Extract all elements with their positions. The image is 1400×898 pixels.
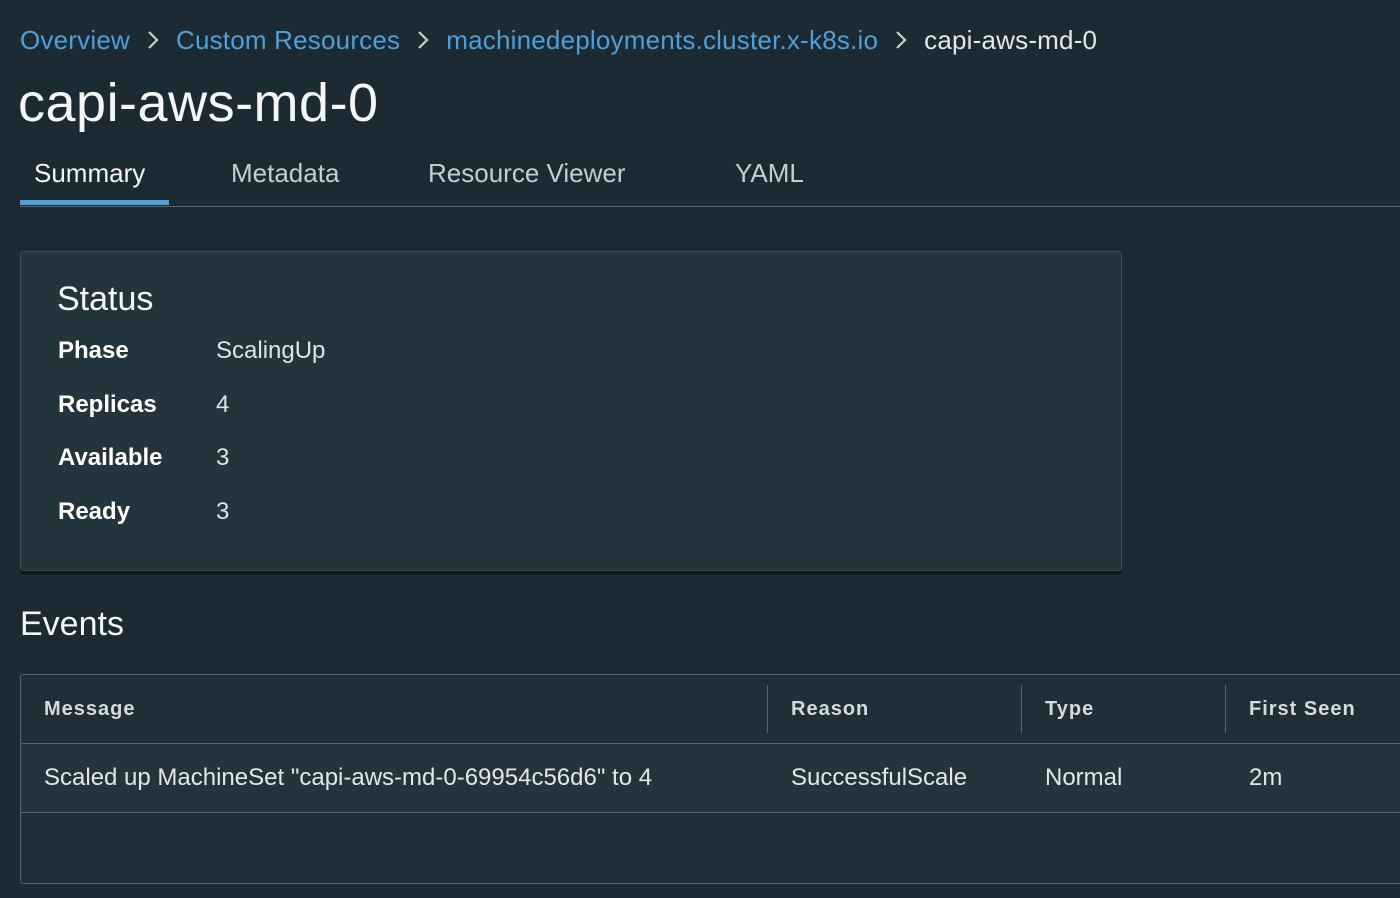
status-row-ready: Ready 3 — [58, 496, 229, 528]
status-key: Replicas — [58, 391, 157, 418]
events-table: Message Reason Type First Seen Scaled up… — [20, 674, 1400, 884]
status-key: Phase — [58, 337, 129, 364]
page-title: capi-aws-md-0 — [18, 73, 379, 133]
event-message: Scaled up MachineSet "capi-aws-md-0-6995… — [44, 764, 653, 791]
column-header-first-seen[interactable]: First Seen — [1249, 675, 1356, 743]
breadcrumb: Overview Custom Resources machinedeploym… — [20, 22, 1097, 58]
status-row-replicas: Replicas 4 — [58, 389, 229, 421]
tab-yaml[interactable]: YAML — [735, 158, 804, 204]
column-divider — [1225, 685, 1226, 733]
event-type: Normal — [1045, 764, 1123, 791]
status-title: Status — [57, 280, 154, 318]
tab-bar: Summary Metadata Resource Viewer YAML — [20, 150, 1400, 207]
tab-metadata-label: Metadata — [231, 158, 340, 188]
column-header-reason[interactable]: Reason — [791, 675, 869, 743]
status-value: 3 — [216, 498, 230, 525]
tab-resource-viewer[interactable]: Resource Viewer — [428, 158, 626, 204]
status-key: Ready — [58, 498, 131, 525]
column-divider — [1021, 685, 1022, 733]
column-header-type[interactable]: Type — [1045, 675, 1094, 743]
active-tab-indicator — [20, 200, 169, 205]
breadcrumb-machinedeployments[interactable]: machinedeployments.cluster.x-k8s.io — [446, 25, 878, 56]
column-header-message[interactable]: Message — [44, 675, 136, 743]
status-row-available: Available 3 — [58, 442, 229, 474]
status-value: ScalingUp — [216, 337, 326, 364]
tab-resource-viewer-label: Resource Viewer — [428, 158, 626, 188]
breadcrumb-current: capi-aws-md-0 — [924, 24, 1098, 55]
breadcrumb-overview[interactable]: Overview — [20, 25, 130, 56]
chevron-right-icon — [878, 29, 924, 51]
chevron-right-icon — [400, 29, 446, 51]
tab-yaml-label: YAML — [735, 158, 804, 188]
breadcrumb-custom-resources[interactable]: Custom Resources — [176, 25, 400, 56]
events-table-header: Message Reason Type First Seen — [21, 675, 1400, 744]
tab-summary-label: Summary — [34, 158, 146, 188]
chevron-right-icon — [130, 29, 176, 51]
status-card: Status Phase ScalingUp Replicas 4 Availa… — [20, 251, 1122, 571]
status-row-phase: Phase ScalingUp — [58, 335, 325, 367]
events-title: Events — [20, 605, 124, 643]
status-key: Available — [58, 444, 163, 471]
status-value: 4 — [216, 391, 230, 418]
event-first-seen: 2m — [1249, 764, 1283, 791]
tab-metadata[interactable]: Metadata — [231, 158, 339, 204]
tab-summary[interactable]: Summary — [34, 158, 145, 204]
event-reason: SuccessfulScale — [791, 764, 968, 791]
status-value: 3 — [216, 444, 230, 471]
page: Overview Custom Resources machinedeploym… — [0, 0, 1400, 898]
table-row[interactable]: Scaled up MachineSet "capi-aws-md-0-6995… — [21, 744, 1400, 813]
column-divider — [767, 685, 768, 733]
